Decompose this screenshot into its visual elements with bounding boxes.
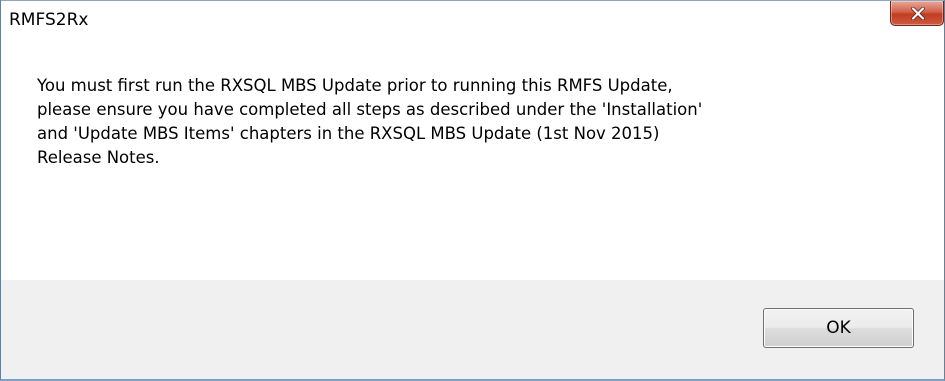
- ok-button[interactable]: OK: [763, 308, 914, 348]
- title-bar[interactable]: RMFS2Rx: [1, 0, 944, 38]
- close-icon: [911, 7, 925, 20]
- close-button[interactable]: [890, 1, 944, 26]
- message-text: You must first run the RXSQL MBS Update …: [37, 76, 703, 167]
- message-dialog: RMFS2Rx You must first run the RXSQL MBS…: [0, 0, 945, 381]
- window-title: RMFS2Rx: [9, 10, 89, 30]
